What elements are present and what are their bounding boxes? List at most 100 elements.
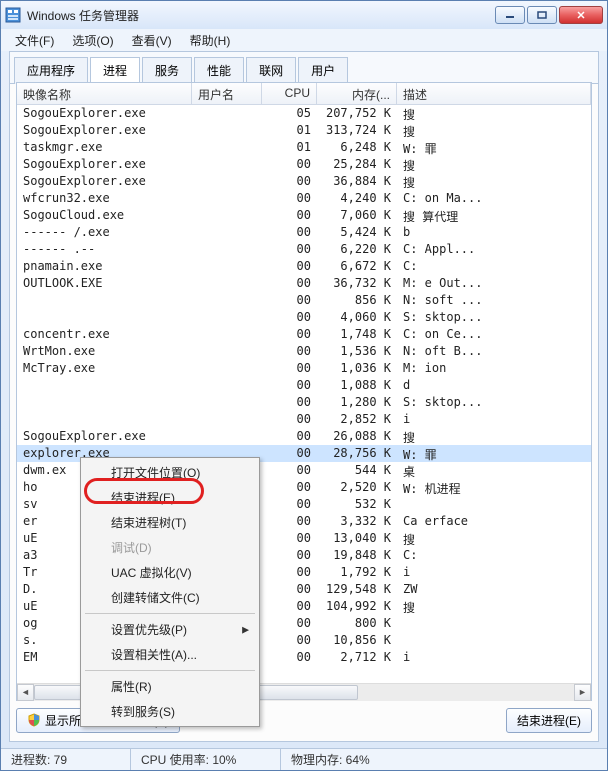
table-row[interactable]: SogouExplorer.exe0025,284 K搜 — [17, 156, 591, 173]
context-menu-item[interactable]: 结束进程树(T) — [83, 510, 257, 535]
tab-3[interactable]: 性能 — [194, 57, 244, 84]
tab-0[interactable]: 应用程序 — [14, 57, 88, 84]
cell — [192, 377, 262, 394]
cell: 05 — [262, 105, 317, 122]
menu-view[interactable]: 查看(V) — [124, 30, 180, 51]
cell — [192, 428, 262, 445]
cell: 1,280 K — [317, 394, 397, 411]
cell — [192, 394, 262, 411]
tab-2[interactable]: 服务 — [142, 57, 192, 84]
tab-4[interactable]: 联网 — [246, 57, 296, 84]
cell — [192, 411, 262, 428]
col-mem[interactable]: 内存(... — [317, 83, 397, 104]
col-user[interactable]: 用户名 — [192, 83, 262, 104]
table-row[interactable]: WrtMon.exe001,536 KN: oft B... — [17, 343, 591, 360]
table-row[interactable]: 002,852 Ki — [17, 411, 591, 428]
context-menu-item: 调试(D) — [83, 535, 257, 560]
cell: 28,756 K — [317, 445, 397, 462]
col-desc[interactable]: 描述 — [397, 83, 591, 104]
context-menu: 打开文件位置(O)结束进程(E)结束进程树(T)调试(D)UAC 虚拟化(V)创… — [80, 457, 260, 727]
table-row[interactable]: 001,088 Kd — [17, 377, 591, 394]
table-row[interactable]: SogouExplorer.exe0026,088 K搜 — [17, 428, 591, 445]
table-row[interactable]: concentr.exe001,748 KC: on Ce... — [17, 326, 591, 343]
cell: 00 — [262, 224, 317, 241]
cell: ZW — [397, 581, 591, 598]
menubar: 文件(F) 选项(O) 查看(V) 帮助(H) — [1, 29, 607, 51]
context-menu-item[interactable]: 打开文件位置(O) — [83, 460, 257, 485]
cell: 4,060 K — [317, 309, 397, 326]
cell: 00 — [262, 581, 317, 598]
status-cpu: CPU 使用率: 10% — [131, 749, 281, 770]
cell: ------ /.exe — [17, 224, 192, 241]
app-icon — [5, 7, 21, 23]
table-row[interactable]: taskmgr.exe016,248 KW: 罪 — [17, 139, 591, 156]
cell: d — [397, 377, 591, 394]
table-row[interactable]: SogouExplorer.exe05207,752 K搜 — [17, 105, 591, 122]
table-row[interactable]: SogouCloud.exe007,060 K搜 算代理 — [17, 207, 591, 224]
cell: 00 — [262, 462, 317, 479]
table-row[interactable]: ------ .--006,220 KC: Appl... — [17, 241, 591, 258]
cell: SogouExplorer.exe — [17, 122, 192, 139]
table-row[interactable]: 00856 KN: soft ... — [17, 292, 591, 309]
tab-5[interactable]: 用户 — [298, 57, 348, 84]
cell: 00 — [262, 292, 317, 309]
table-row[interactable]: 004,060 KS: sktop... — [17, 309, 591, 326]
table-row[interactable]: SogouExplorer.exe01313,724 K搜 — [17, 122, 591, 139]
cell: WrtMon.exe — [17, 343, 192, 360]
close-button[interactable] — [559, 6, 603, 24]
context-menu-item[interactable]: 创建转储文件(C) — [83, 585, 257, 610]
cell: 36,884 K — [317, 173, 397, 190]
context-menu-item[interactable]: 转到服务(S) — [83, 699, 257, 724]
cell: 2,852 K — [317, 411, 397, 428]
menu-separator — [85, 670, 255, 671]
context-menu-item[interactable]: 设置优先级(P)▶ — [83, 617, 257, 642]
col-cpu[interactable]: CPU — [262, 83, 317, 104]
table-row[interactable]: SogouExplorer.exe0036,884 K搜 — [17, 173, 591, 190]
table-row[interactable]: 001,280 KS: sktop... — [17, 394, 591, 411]
table-row[interactable]: ------ /.exe005,424 Kb — [17, 224, 591, 241]
scroll-left-icon[interactable]: ◄ — [17, 684, 34, 701]
cell — [397, 632, 591, 649]
cell — [17, 292, 192, 309]
cell: 36,732 K — [317, 275, 397, 292]
cell: i — [397, 411, 591, 428]
cell: 129,548 K — [317, 581, 397, 598]
menu-file[interactable]: 文件(F) — [7, 30, 62, 51]
cell: wfcrun32.exe — [17, 190, 192, 207]
status-process-count: 进程数: 79 — [1, 749, 131, 770]
cell: 00 — [262, 513, 317, 530]
maximize-button[interactable] — [527, 6, 557, 24]
minimize-button[interactable] — [495, 6, 525, 24]
cell — [192, 309, 262, 326]
cell: 00 — [262, 241, 317, 258]
cell: 00 — [262, 649, 317, 666]
context-menu-item[interactable]: 设置相关性(A)... — [83, 642, 257, 667]
cell: 6,220 K — [317, 241, 397, 258]
menu-options[interactable]: 选项(O) — [64, 30, 121, 51]
context-menu-item[interactable]: 结束进程(E) — [83, 485, 257, 510]
cell: taskmgr.exe — [17, 139, 192, 156]
cell: C: — [397, 258, 591, 275]
cell: 00 — [262, 445, 317, 462]
titlebar[interactable]: Windows 任务管理器 — [1, 1, 607, 29]
status-mem: 物理内存: 64% — [281, 749, 607, 770]
cell: Ca erface — [397, 513, 591, 530]
table-row[interactable]: wfcrun32.exe004,240 KC: on Ma... — [17, 190, 591, 207]
cell: 00 — [262, 156, 317, 173]
cell: 搜 — [397, 598, 591, 615]
table-row[interactable]: McTray.exe001,036 KM: ion — [17, 360, 591, 377]
cell: 856 K — [317, 292, 397, 309]
table-row[interactable]: pnamain.exe006,672 KC: — [17, 258, 591, 275]
cell: 00 — [262, 428, 317, 445]
table-row[interactable]: OUTLOOK.EXE0036,732 KM: e Out... — [17, 275, 591, 292]
menu-help[interactable]: 帮助(H) — [182, 30, 239, 51]
end-process-button[interactable]: 结束进程(E) — [506, 708, 592, 733]
col-image-name[interactable]: 映像名称 — [17, 83, 192, 104]
cell: concentr.exe — [17, 326, 192, 343]
statusbar: 进程数: 79 CPU 使用率: 10% 物理内存: 64% — [1, 748, 607, 770]
context-menu-item[interactable]: 属性(R) — [83, 674, 257, 699]
context-menu-item[interactable]: UAC 虚拟化(V) — [83, 560, 257, 585]
end-process-label: 结束进程(E) — [517, 712, 581, 729]
scroll-right-icon[interactable]: ► — [574, 684, 591, 701]
tab-1[interactable]: 进程 — [90, 57, 140, 84]
